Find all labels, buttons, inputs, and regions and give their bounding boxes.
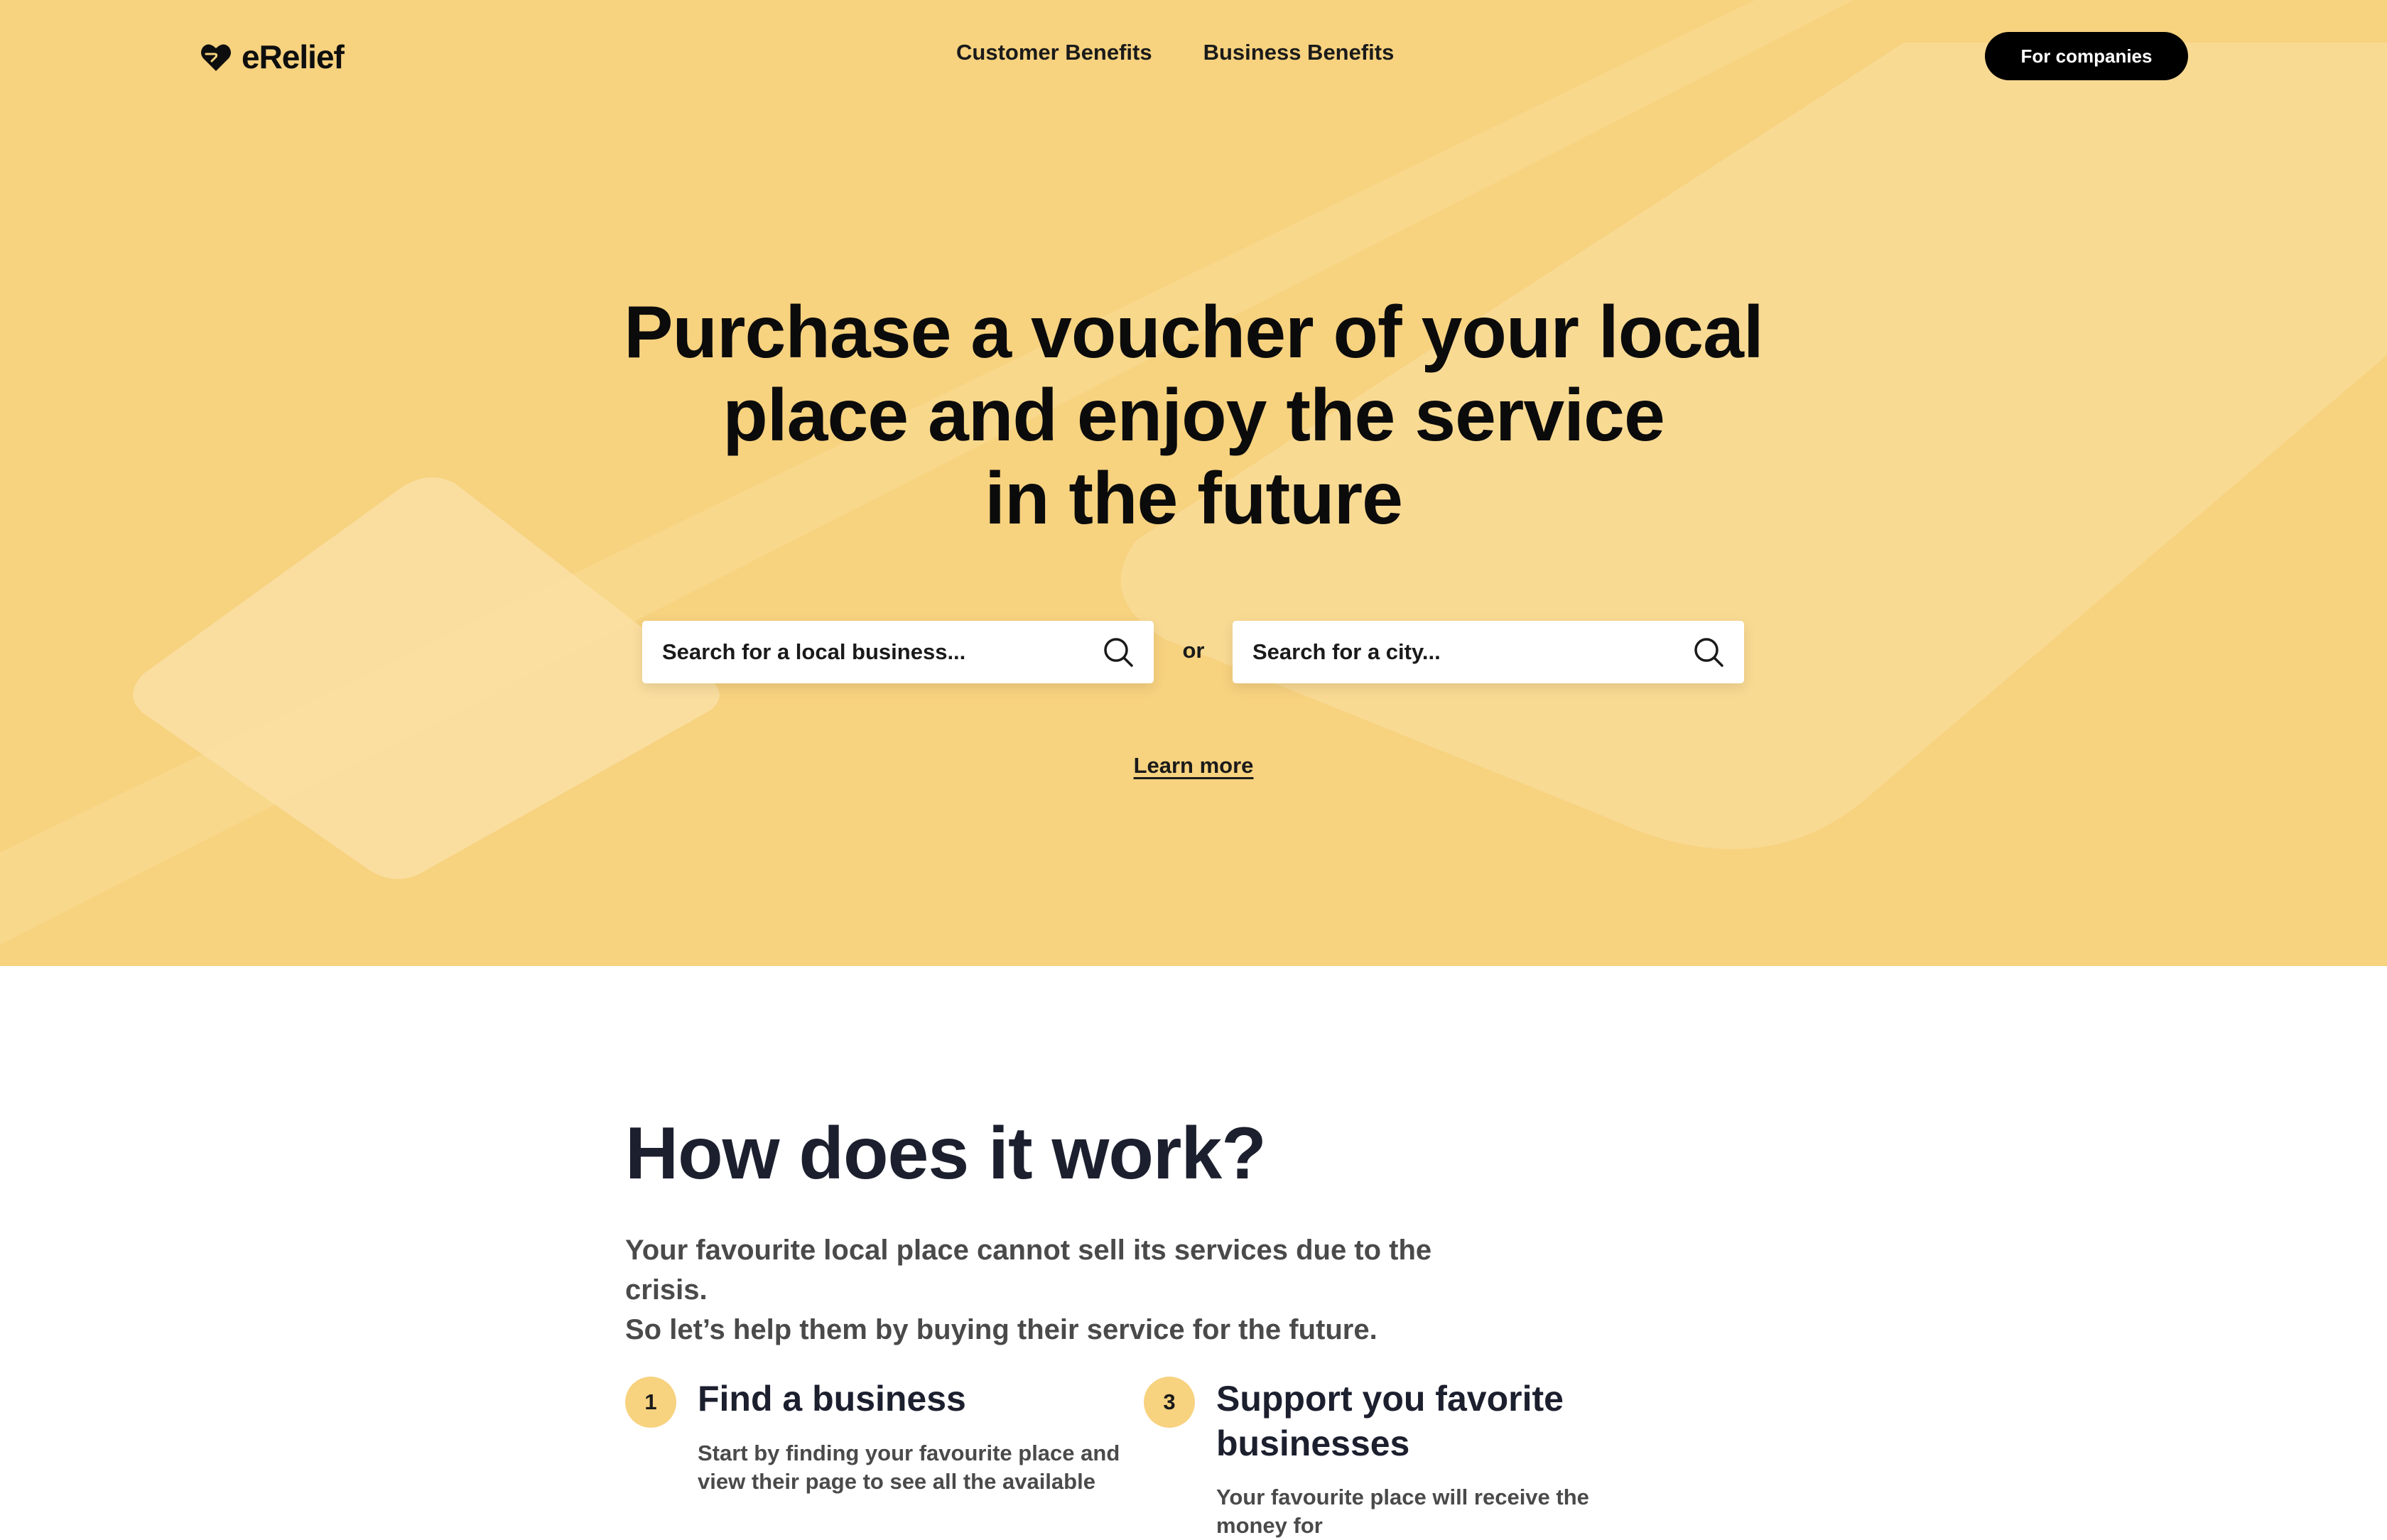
main-nav: Customer Benefits Business Benefits — [956, 40, 1394, 65]
step-description-line: Your favourite place will receive the mo… — [1216, 1485, 1589, 1538]
hero-title-line-2: place and enjoy the service — [722, 374, 1665, 457]
how-it-works-title: How does it work? — [625, 1112, 1267, 1195]
brand-name: eRelief — [242, 38, 345, 75]
heart-hand-icon — [201, 44, 231, 71]
hero-section: eRelief Customer Benefits Business Benef… — [0, 0, 2387, 966]
search-icon[interactable] — [1692, 635, 1726, 669]
business-search-box — [642, 621, 1154, 683]
business-search-input[interactable] — [661, 639, 1101, 666]
search-separator: or — [1182, 638, 1205, 663]
hero-title-line-3: in the future — [985, 457, 1403, 540]
nav-link-business-benefits[interactable]: Business Benefits — [1203, 40, 1395, 65]
hero-title-line-1: Purchase a voucher of your local — [624, 291, 1764, 374]
city-search-input[interactable] — [1251, 639, 1692, 666]
step-description-line: view their page to see all the available — [698, 1469, 1095, 1494]
for-companies-button[interactable]: For companies — [1985, 32, 2188, 80]
search-icon[interactable] — [1101, 635, 1135, 669]
brand-logo[interactable]: eRelief — [199, 36, 345, 78]
top-navbar: eRelief Customer Benefits Business Benef… — [0, 0, 2387, 114]
how-it-works-section: How does it work? Your favourite local p… — [0, 966, 2387, 1538]
step-description-line: Start by finding your favourite place an… — [698, 1441, 1120, 1465]
intro-line-1: Your favourite local place cannot sell i… — [625, 1235, 1432, 1306]
hero-title: Purchase a voucher of your local place a… — [554, 291, 1833, 541]
step-description: Start by finding your favourite place an… — [698, 1439, 1124, 1496]
how-it-works-intro: Your favourite local place cannot sell i… — [625, 1230, 1478, 1350]
learn-more-link[interactable]: Learn more — [1051, 753, 1336, 779]
step-number-badge: 1 — [625, 1377, 676, 1428]
nav-link-customer-benefits[interactable]: Customer Benefits — [956, 40, 1152, 65]
step-title: Find a business — [698, 1379, 966, 1419]
step-description: Your favourite place will receive the mo… — [1216, 1483, 1642, 1540]
step-title: Support you favorite businesses — [1216, 1379, 1564, 1463]
city-search-box — [1233, 621, 1744, 683]
intro-line-2: So let’s help them by buying their servi… — [625, 1314, 1377, 1345]
step-number-badge: 3 — [1144, 1377, 1195, 1428]
